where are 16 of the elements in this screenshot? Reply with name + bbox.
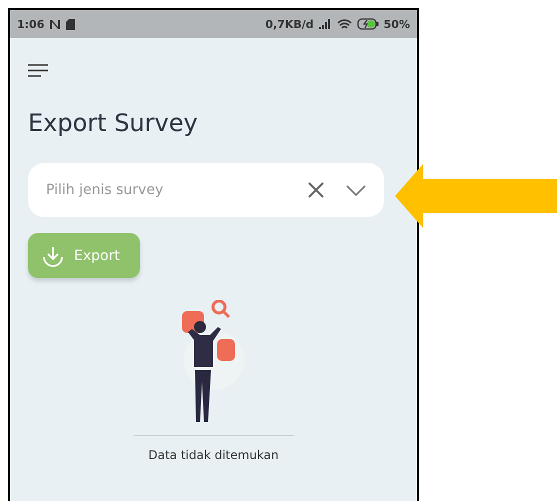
sd-card-icon xyxy=(66,18,76,30)
page-title: Export Survey xyxy=(28,109,199,137)
clear-icon[interactable] xyxy=(308,182,324,198)
wifi-icon xyxy=(336,18,352,30)
battery-icon xyxy=(356,18,379,30)
download-icon xyxy=(42,244,64,266)
status-time: 1:06 xyxy=(17,18,44,30)
empty-state-message: Data tidak ditemukan xyxy=(148,448,279,462)
battery-percent: 50% xyxy=(384,18,410,30)
network-speed: 0,7KB/d xyxy=(265,18,314,30)
menu-icon[interactable] xyxy=(28,64,48,77)
survey-select[interactable]: Pilih jenis survey xyxy=(28,163,384,217)
chevron-down-icon[interactable] xyxy=(346,185,366,196)
export-button[interactable]: Export xyxy=(28,233,140,278)
signal-icon xyxy=(318,19,332,29)
notification-icon xyxy=(49,18,62,30)
